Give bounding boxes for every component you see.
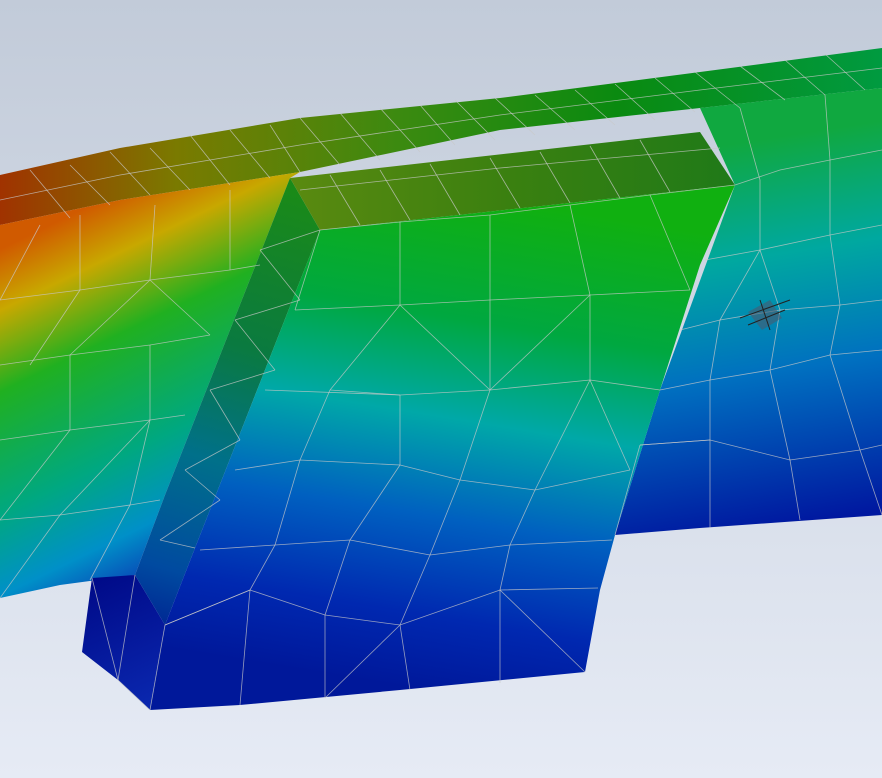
fea-viewport[interactable]	[0, 0, 882, 778]
fea-canvas[interactable]	[0, 0, 882, 778]
